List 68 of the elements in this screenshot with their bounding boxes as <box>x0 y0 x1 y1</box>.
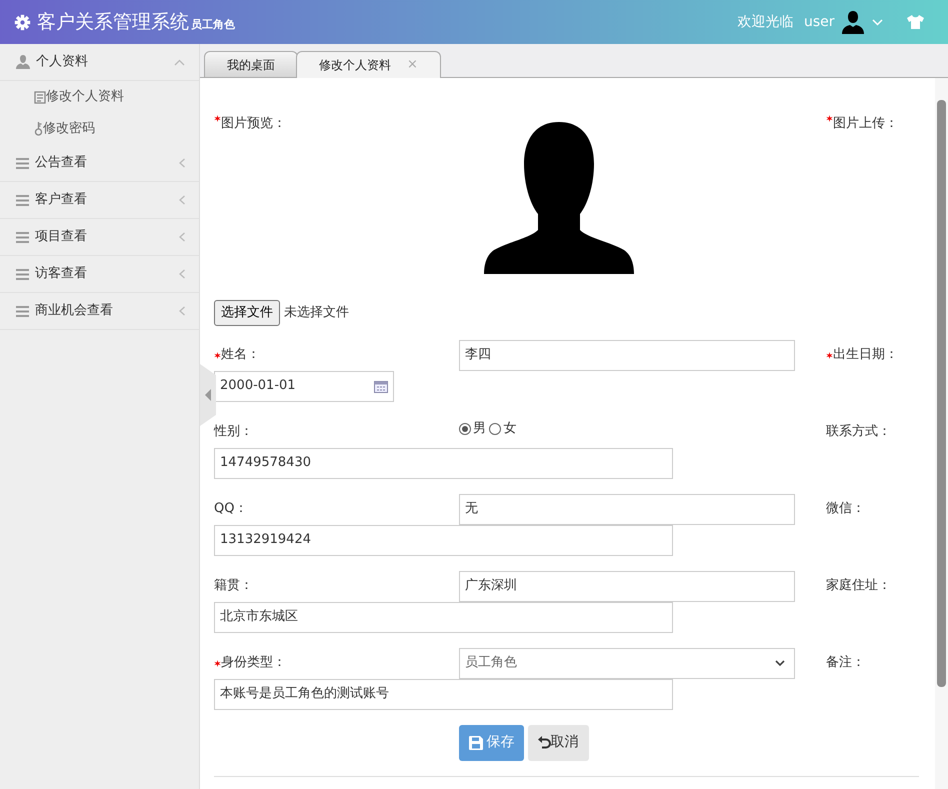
shirt-icon[interactable] <box>907 15 924 29</box>
field-label: 姓名： <box>214 340 459 370</box>
cancel-button[interactable]: 取消 <box>528 724 588 760</box>
field-label: 备注： <box>825 654 866 672</box>
chevron-left-icon <box>179 232 185 242</box>
chevron-down-icon <box>775 660 785 666</box>
input-field[interactable]: 广东深圳 <box>459 570 795 602</box>
submenu-item[interactable]: 修改密码 <box>0 113 199 145</box>
required-icon <box>214 115 221 122</box>
undo-icon <box>538 736 550 749</box>
field-label: 性别： <box>214 423 254 442</box>
sidebar-item[interactable]: 商业机会查看 <box>0 293 199 330</box>
edit-icon <box>34 90 46 104</box>
field-label: 出生日期： <box>795 340 935 370</box>
radio-option[interactable]: 男 <box>459 418 486 438</box>
avatar-placeholder-icon <box>484 122 634 274</box>
radio-option[interactable]: 女 <box>489 418 516 438</box>
app-title: 客户关系管理系统 <box>37 10 189 35</box>
menu-icon <box>16 268 29 280</box>
input-field[interactable]: 无 <box>459 494 795 524</box>
caret-left-icon <box>205 389 211 401</box>
sidebar-item[interactable]: 个人资料 <box>0 44 199 81</box>
menu-icon <box>16 306 29 316</box>
tab[interactable]: 修改个人资料 × <box>296 51 441 78</box>
chevron-left-icon <box>179 269 185 279</box>
required-icon <box>214 352 221 358</box>
menu-icon <box>16 194 29 206</box>
sidebar-item[interactable]: 客户查看 <box>0 182 199 219</box>
user-avatar-icon[interactable] <box>841 10 865 34</box>
photo-preview-label: 图片预览： <box>214 114 459 274</box>
chevron-left-icon <box>179 195 185 205</box>
field-label: 籍贯： <box>214 577 254 596</box>
field-label: 身份类型： <box>214 648 459 678</box>
menu-icon <box>16 232 29 242</box>
sidebar-item[interactable]: 访客查看 <box>0 256 199 293</box>
submenu-item[interactable]: 修改个人资料 <box>0 81 199 113</box>
field-label: 微信： <box>825 500 866 518</box>
required-icon <box>826 352 833 358</box>
field-label: QQ： <box>214 500 248 518</box>
input-field[interactable]: 北京市东城区 <box>214 602 673 632</box>
sidebar-item[interactable]: 项目查看 <box>0 219 199 256</box>
person-icon <box>16 55 30 69</box>
chevron-left-icon <box>179 306 185 316</box>
role-label: 员工角色 <box>191 16 235 33</box>
menu-icon <box>16 158 29 168</box>
gear-icon <box>14 14 31 30</box>
scrollbar-thumb[interactable] <box>937 100 946 687</box>
chevron-up-icon <box>174 58 185 66</box>
required-icon <box>826 115 833 122</box>
field-label: 联系方式： <box>825 423 892 442</box>
input-field[interactable]: 13132919424 <box>214 524 673 556</box>
field-label: 家庭住址： <box>825 577 892 596</box>
choose-file-button[interactable]: 选择文件 <box>214 300 280 326</box>
input-field[interactable]: 李四 <box>459 340 795 370</box>
chevron-left-icon <box>179 158 185 168</box>
welcome-text: 欢迎光临 <box>737 12 794 32</box>
file-status: 未选择文件 <box>284 304 349 322</box>
select-field[interactable]: 员工角色 <box>459 648 795 678</box>
tab[interactable]: 我的桌面 <box>204 51 298 77</box>
required-icon <box>214 660 221 666</box>
calendar-icon[interactable] <box>374 380 388 392</box>
key-icon <box>34 122 43 136</box>
chevron-down-icon[interactable] <box>872 18 882 26</box>
date-field[interactable]: 2000-01-01 <box>214 370 394 402</box>
input-field[interactable]: 本账号是员工角色的测试账号 <box>214 678 673 710</box>
photo-upload-label: 图片上传： <box>795 114 935 274</box>
input-field[interactable]: 14749578430 <box>214 448 673 478</box>
sidebar-item[interactable]: 公告查看 <box>0 145 199 182</box>
